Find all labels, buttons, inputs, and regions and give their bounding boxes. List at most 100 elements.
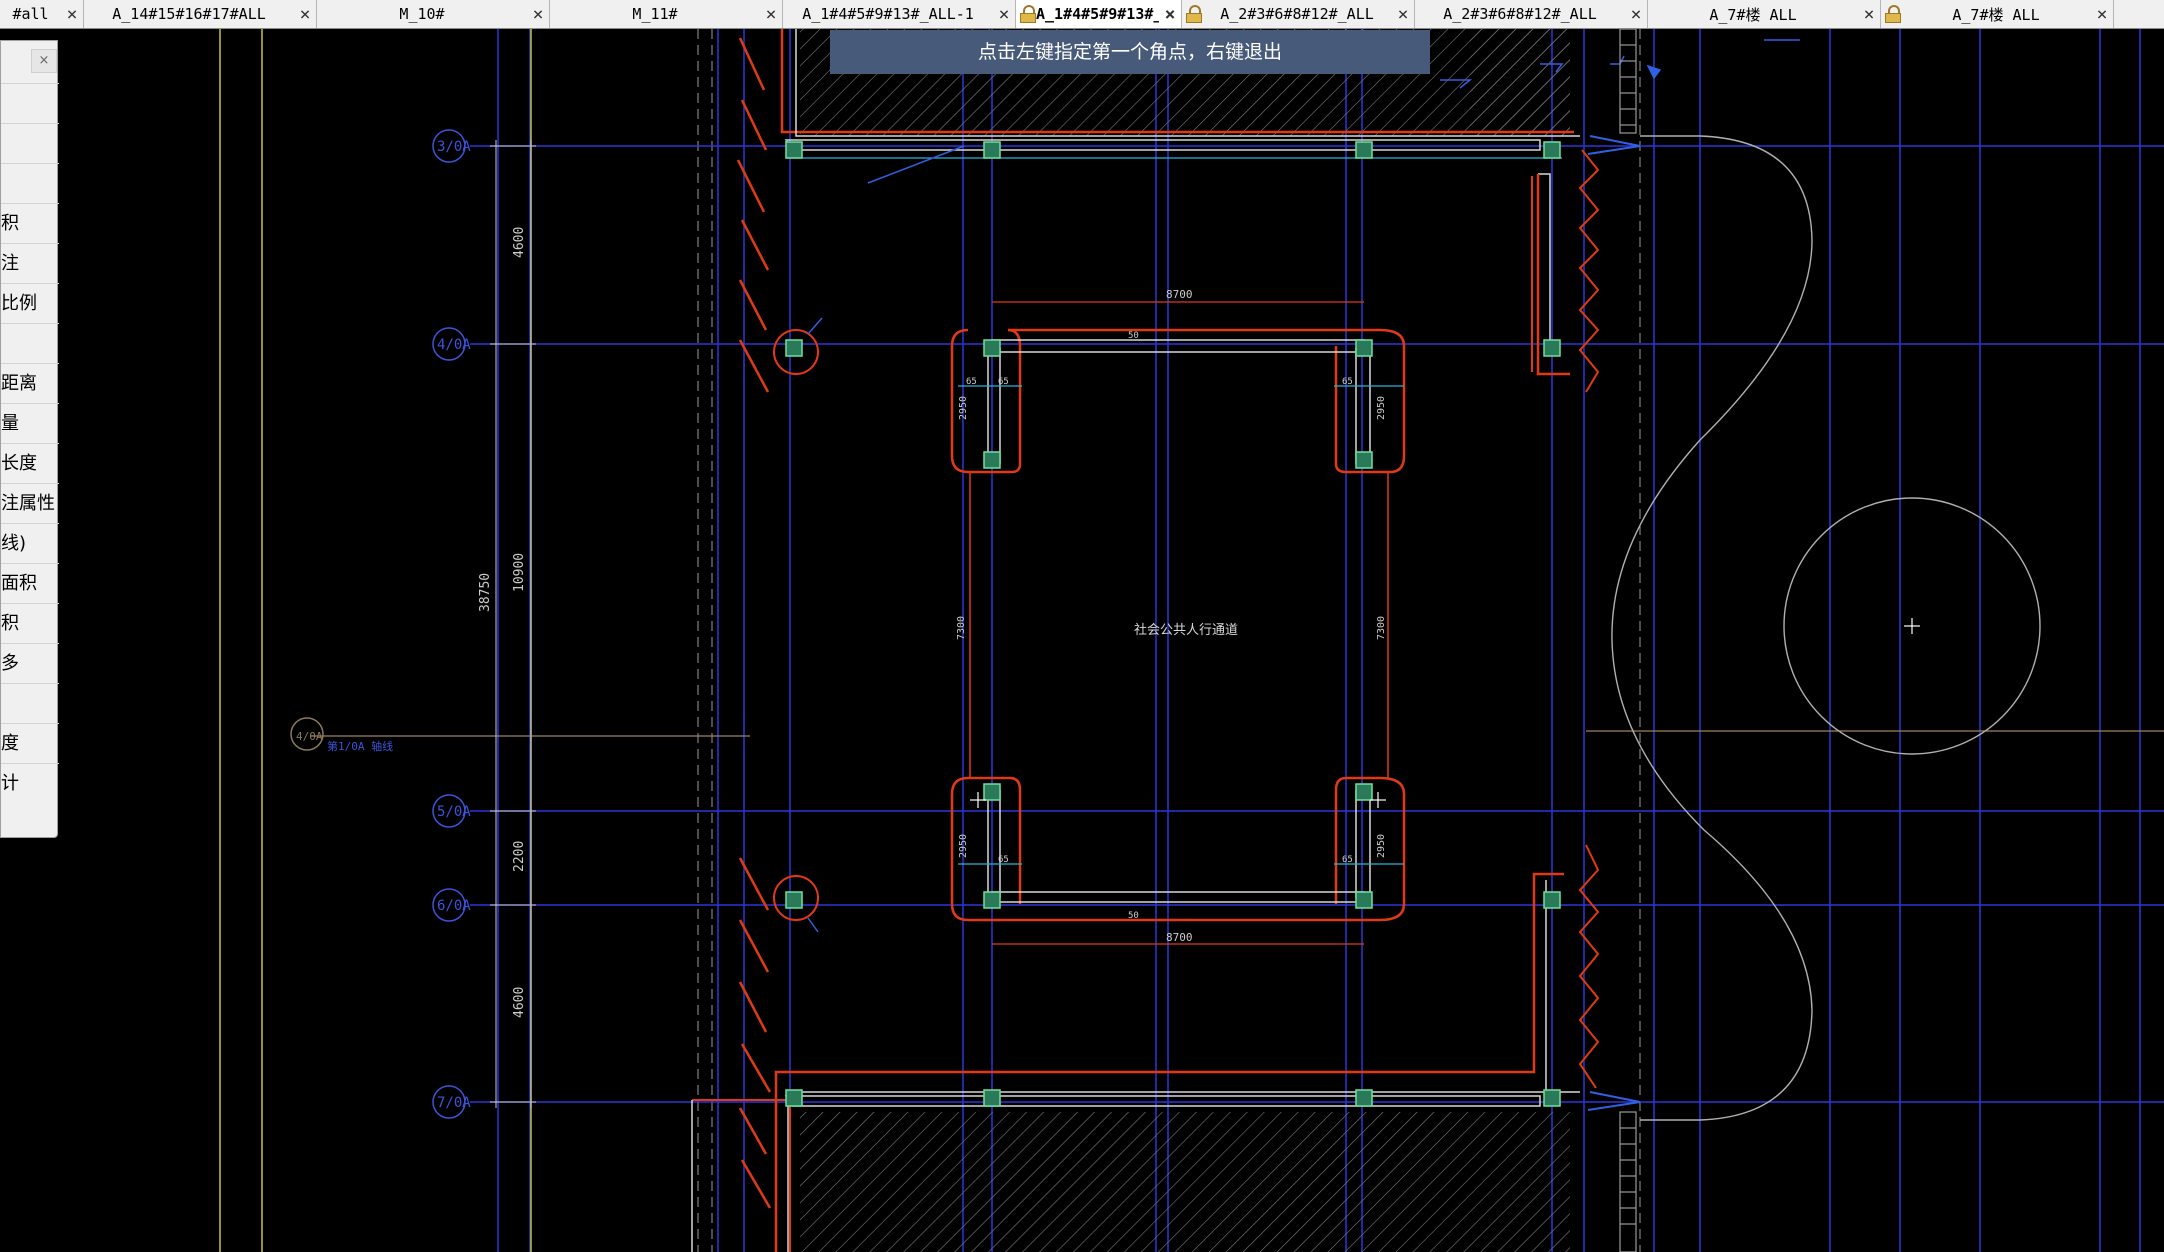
- panel-menu-item[interactable]: 注: [1, 243, 59, 282]
- tab-close-icon[interactable]: ×: [760, 4, 782, 25]
- panel-menu-item[interactable]: 比例: [1, 283, 59, 322]
- tab-label: M_11#: [632, 5, 678, 23]
- landscape-curves: [1611, 135, 2041, 1121]
- axis-label-3: 3/0A: [437, 139, 471, 155]
- dim-10900: 10900: [512, 553, 527, 592]
- hatch-top-right: [1470, 29, 1570, 136]
- document-tab[interactable]: A_1#4#5#9#13#_AL…×: [1016, 0, 1182, 28]
- dim-65-bl: 65: [998, 855, 1009, 865]
- cad-drawing-canvas[interactable]: 3/0A 4/0A 5/0A 6/0A 7/0A 4/0A 第1/0A 轴线 4…: [0, 29, 2164, 1252]
- dashed-reference-lines: [697, 29, 1641, 1252]
- tab-close-icon[interactable]: ×: [1625, 4, 1647, 25]
- document-tab[interactable]: A_1#4#5#9#13#_ALL-1 ×: [783, 0, 1016, 28]
- panel-menu-item[interactable]: [1, 683, 59, 722]
- tab-close-icon[interactable]: ×: [294, 4, 316, 25]
- document-tab[interactable]: A_2#3#6#8#12#_ALL ×: [1415, 0, 1648, 28]
- tab-label: A_7#楼 ALL: [1709, 5, 1797, 24]
- diagonal-fence-marks: [736, 37, 772, 1209]
- tab-label: A_2#3#6#8#12#_ALL: [1443, 5, 1597, 23]
- axis-label-6: 6/0A: [437, 898, 471, 914]
- right-stair-ladder: [1619, 29, 1637, 1252]
- dimension-lines: [490, 140, 536, 1108]
- panel-menu-item[interactable]: 积: [1, 203, 59, 242]
- axis-label-7: 7/0A: [437, 1095, 471, 1111]
- tab-close-icon[interactable]: ×: [2091, 4, 2113, 25]
- panel-menu-item[interactable]: 长度: [1, 443, 59, 482]
- panel-menu-item[interactable]: 面积: [1, 563, 59, 602]
- dim-small-top: 50: [1128, 331, 1139, 341]
- vertical-grid-lines: [497, 29, 2141, 1252]
- command-prompt-tooltip: 点击左键指定第一个角点，右键退出: [830, 30, 1430, 74]
- dim-overall: 38750: [478, 573, 493, 612]
- tab-label: M_10#: [399, 5, 445, 23]
- panel-menu-item[interactable]: 线): [1, 523, 59, 562]
- panel-menu-item[interactable]: 量: [1, 403, 59, 442]
- panel-menu-item[interactable]: [1, 123, 59, 162]
- central-room-inner: [987, 339, 1371, 903]
- dim-2950-br: 2950: [1376, 834, 1387, 858]
- document-tab[interactable]: M_10# ×: [317, 0, 550, 28]
- panel-menu-item[interactable]: 多: [1, 643, 59, 682]
- leader-lines: [807, 145, 965, 933]
- panel-close-button[interactable]: ×: [31, 49, 57, 73]
- axis-label-5: 5/0A: [437, 804, 471, 820]
- panel-menu-item[interactable]: 度: [1, 723, 59, 762]
- document-tab-bar: #all × A_14#15#16#17#ALL × M_10# × M_11# × A_1#4…: [0, 0, 2164, 29]
- dim-2200: 2200: [512, 841, 527, 872]
- dim-2950-bl: 2950: [958, 834, 969, 858]
- dim-2950-tl: 2950: [958, 396, 969, 420]
- lock-icon: [1186, 5, 1202, 23]
- dim-65-tl: 65: [966, 377, 977, 387]
- blue-zigzag-edge: [1587, 135, 1641, 1111]
- tab-close-icon[interactable]: ×: [61, 4, 83, 25]
- tab-close-icon[interactable]: ×: [993, 4, 1015, 25]
- dim-bottom-width: 8700: [1166, 931, 1193, 944]
- tab-label: A_1#4#5#9#13#_ALL-1: [802, 5, 974, 23]
- lock-icon: [1885, 5, 1901, 23]
- tab-label: A_2#3#6#8#12#_ALL: [1220, 5, 1374, 23]
- yellow-lines: [219, 29, 532, 1252]
- panel-menu-item[interactable]: 积: [1, 603, 59, 642]
- dim-7300-left: 7300: [956, 616, 967, 640]
- dim-small-bottom: 50: [1128, 911, 1139, 921]
- dim-65-br: 65: [1342, 855, 1353, 865]
- panel-menu-item[interactable]: [1, 83, 59, 122]
- cursor-crosshairs: [970, 618, 1920, 808]
- panel-menu-item[interactable]: [1, 163, 59, 202]
- document-tab[interactable]: A_7#楼 ALL ×: [1881, 0, 2114, 28]
- zigzag-edge: [1578, 149, 1600, 1089]
- panel-menu-item[interactable]: 注属性: [1, 483, 59, 522]
- tab-close-icon[interactable]: ×: [1392, 4, 1414, 25]
- dim-7300-right: 7300: [1376, 616, 1387, 640]
- horizontal-axis-lines: [470, 145, 2164, 1103]
- lock-icon: [1020, 5, 1036, 23]
- left-tool-panel: × 积注比例 距离量长度 注属性 线) 面积积多度计: [0, 40, 59, 838]
- tab-close-icon[interactable]: ×: [527, 4, 549, 25]
- panel-menu-item[interactable]: 距离: [1, 363, 59, 402]
- axis-bubbles: [290, 129, 466, 1119]
- column-circles: [773, 329, 819, 921]
- tab-close-icon[interactable]: ×: [1858, 4, 1880, 25]
- tab-close-icon[interactable]: ×: [1159, 4, 1181, 25]
- tab-label: A_14#15#16#17#ALL: [112, 5, 266, 23]
- document-tab[interactable]: M_11# ×: [550, 0, 783, 28]
- document-tab[interactable]: #all ×: [0, 0, 84, 28]
- center-room-label: 社会公共人行通道: [1134, 622, 1238, 638]
- dim-2950-tr: 2950: [1376, 396, 1387, 420]
- hatch-bottom: [800, 1112, 1570, 1252]
- left-marker-note: 第1/0A 轴线: [327, 739, 393, 753]
- document-tab[interactable]: A_2#3#6#8#12#_ALL ×: [1182, 0, 1415, 28]
- document-tab[interactable]: A_14#15#16#17#ALL ×: [84, 0, 317, 28]
- panel-menu-item[interactable]: [1, 323, 59, 362]
- tab-label: #all: [12, 5, 49, 23]
- panel-menu-item[interactable]: 计: [1, 763, 59, 802]
- dim-4600-bottom: 4600: [512, 987, 527, 1018]
- tab-label: A_7#楼 ALL: [1952, 5, 2040, 24]
- dim-65-tl2: 65: [998, 377, 1009, 387]
- dim-top-width: 8700: [1166, 288, 1193, 301]
- document-tab[interactable]: A_7#楼 ALL ×: [1648, 0, 1881, 28]
- dim-4600-top: 4600: [512, 227, 527, 258]
- dim-65-tr: 65: [1342, 377, 1353, 387]
- left-marker-label: 4/0A: [296, 730, 323, 743]
- tab-label: A_1#4#5#9#13#_AL…: [1036, 5, 1159, 23]
